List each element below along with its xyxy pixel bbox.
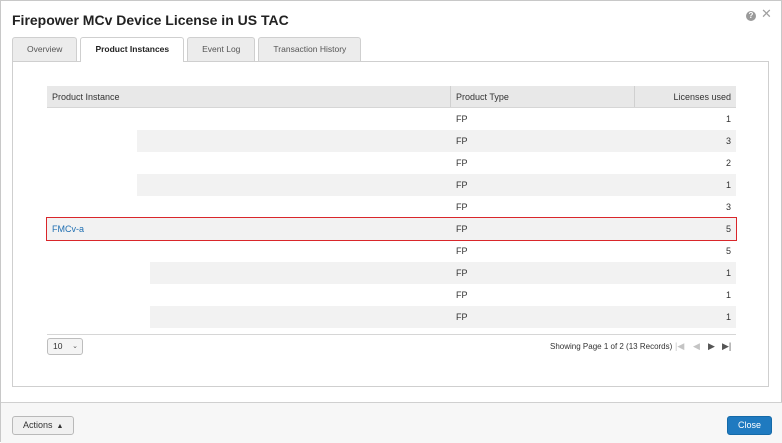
tab-panel: Product Instance Product Type Licenses u…: [12, 61, 769, 387]
product-instance-link[interactable]: FMCv-a: [47, 218, 451, 240]
question-icon[interactable]: ?: [746, 11, 756, 21]
table-row[interactable]: FP 2: [47, 152, 736, 174]
product-type-cell: FP: [456, 290, 468, 300]
product-instances-table: Product Instance Product Type Licenses u…: [46, 86, 737, 335]
product-instance-cell: [47, 108, 451, 130]
product-instance-cell: [47, 262, 451, 284]
table-row[interactable]: FP 1: [47, 174, 736, 196]
table-row[interactable]: FP 1: [47, 108, 736, 130]
column-header-product-instance[interactable]: Product Instance: [47, 86, 451, 107]
dialog-footer: Actions ▲ Close: [1, 402, 782, 443]
prev-page-icon[interactable]: ◀: [693, 341, 700, 352]
caret-up-icon: ▲: [56, 423, 64, 430]
dialog-title: Firepower MCv Device License in US TAC: [12, 12, 289, 28]
product-instance-cell: [47, 196, 451, 218]
page-size-value: 10: [53, 341, 63, 351]
product-type-cell: FP: [456, 158, 468, 168]
table-row-selected[interactable]: FMCv-a FP 5: [46, 217, 737, 241]
license-dialog: Firepower MCv Device License in US TAC ?…: [0, 0, 782, 443]
table-divider: [47, 334, 736, 335]
last-page-icon[interactable]: ▶|: [722, 341, 731, 352]
first-page-icon[interactable]: |◀: [675, 341, 684, 352]
table-header: Product Instance Product Type Licenses u…: [47, 86, 736, 108]
chevron-down-icon: ⌄: [72, 343, 78, 350]
product-type-cell: FP: [456, 136, 468, 146]
close-button[interactable]: Close: [727, 416, 773, 435]
tab-transaction-history[interactable]: Transaction History: [258, 37, 362, 61]
product-instance-cell: [47, 306, 451, 328]
licenses-used-cell: 3: [725, 202, 731, 212]
product-type-cell: FP: [456, 224, 468, 234]
product-type-cell: FP: [456, 246, 468, 256]
licenses-used-cell: 1: [725, 312, 731, 322]
licenses-used-cell: 5: [725, 246, 731, 256]
product-type-cell: FP: [456, 202, 468, 212]
table-row[interactable]: FP 3: [47, 196, 736, 218]
table-row[interactable]: FP 1: [47, 306, 736, 328]
product-type-cell: FP: [456, 312, 468, 322]
product-type-cell: FP: [456, 268, 468, 278]
table-row[interactable]: FP 5: [47, 240, 736, 262]
tab-bar: Overview Product Instances Event Log Tra…: [12, 37, 364, 62]
actions-label: Actions: [23, 420, 53, 430]
licenses-used-cell: 1: [725, 290, 731, 300]
table-row[interactable]: FP 1: [47, 262, 736, 284]
tab-overview[interactable]: Overview: [12, 37, 78, 61]
licenses-used-cell: 1: [725, 268, 731, 278]
product-instance-cell: [47, 174, 451, 196]
next-page-icon[interactable]: ▶: [708, 341, 715, 352]
pagination-status: Showing Page 1 of 2 (13 Records): [550, 342, 673, 351]
licenses-used-cell: 5: [725, 224, 731, 234]
table-row[interactable]: FP 1: [47, 284, 736, 306]
close-icon[interactable]: ✕: [761, 7, 772, 20]
licenses-used-cell: 3: [725, 136, 731, 146]
product-instance-cell: [47, 152, 451, 174]
licenses-used-cell: 2: [725, 158, 731, 168]
product-instance-cell: [47, 130, 451, 152]
product-instance-cell: [47, 284, 451, 306]
licenses-used-cell: 1: [725, 114, 731, 124]
product-type-cell: FP: [456, 114, 468, 124]
tab-event-log[interactable]: Event Log: [187, 37, 256, 61]
table-row[interactable]: FP 3: [47, 130, 736, 152]
tab-product-instances[interactable]: Product Instances: [80, 37, 185, 62]
page-size-select[interactable]: 10 ⌄: [47, 338, 83, 355]
licenses-used-cell: 1: [725, 180, 731, 190]
column-header-product-type[interactable]: Product Type: [451, 86, 635, 107]
actions-button[interactable]: Actions ▲: [12, 416, 75, 435]
column-header-licenses-used[interactable]: Licenses used: [635, 86, 736, 107]
product-type-cell: FP: [456, 180, 468, 190]
product-instance-cell: [47, 240, 451, 262]
